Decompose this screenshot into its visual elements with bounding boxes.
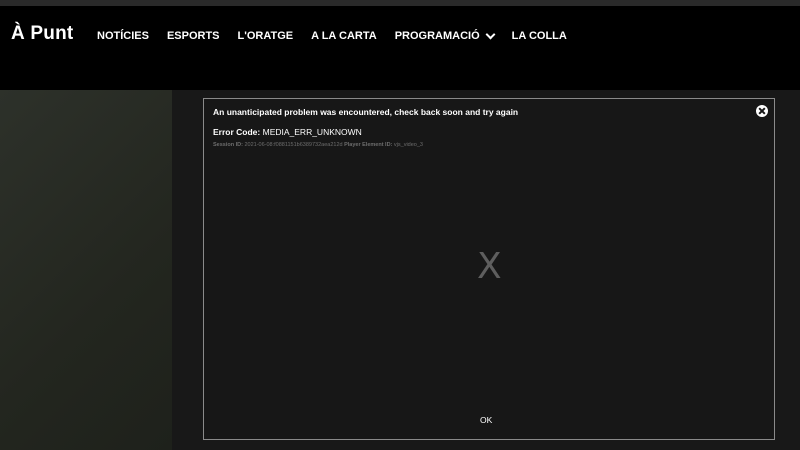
nav-item-noticies[interactable]: NOTÍCIES [97,30,149,42]
main-nav: NOTÍCIES ESPORTS L'ORATGE A LA CARTA PRO… [97,29,585,42]
ok-button[interactable]: OK [480,415,492,425]
nav-item-a-la-carta[interactable]: A LA CARTA [311,30,377,42]
error-code-value: MEDIA_ERR_UNKNOWN [262,127,362,137]
error-placeholder-x: X [477,246,502,287]
nav-item-oratge[interactable]: L'ORATGE [238,30,294,42]
nav-item-label: A LA CARTA [311,30,377,42]
nav-item-esports[interactable]: ESPORTS [167,30,220,42]
nav-item-label: ESPORTS [166,30,220,42]
close-icon[interactable] [756,105,768,117]
site-header: À Punt NOTÍCIES ESPORTS L'ORATGE A LA CA… [0,6,800,90]
error-code-label: Error Code: [213,127,261,137]
player-element-label: Player Element ID: [344,142,393,148]
nav-item-label: LA COLLA [511,30,567,42]
left-background-panel [0,90,172,450]
error-code: Error Code: MEDIA_ERR_UNKNOWN [213,127,362,137]
nav-item-la-colla[interactable]: LA COLLA [512,30,567,42]
session-info: Session ID: 2021-06-08:f0881151b6389732a… [213,142,423,148]
player-element-value: vjs_video_3 [393,142,423,148]
player-error-dialog: An unanticipated problem was encountered… [203,98,775,440]
session-id-value: 2021-06-08:f0881151b6389732aea212d [244,142,343,148]
chevron-down-icon[interactable] [485,29,496,39]
nav-item-label: PROGRAMACIÓ [394,30,480,42]
site-logo[interactable]: À Punt [11,23,73,45]
nav-item-label: L'ORATGE [237,30,294,42]
nav-item-programacio[interactable]: PROGRAMACIÓ [394,29,496,42]
session-id-label: Session ID: [213,142,243,148]
nav-item-label: NOTÍCIES [97,30,149,42]
error-title: An unanticipated problem was encountered… [213,107,519,117]
